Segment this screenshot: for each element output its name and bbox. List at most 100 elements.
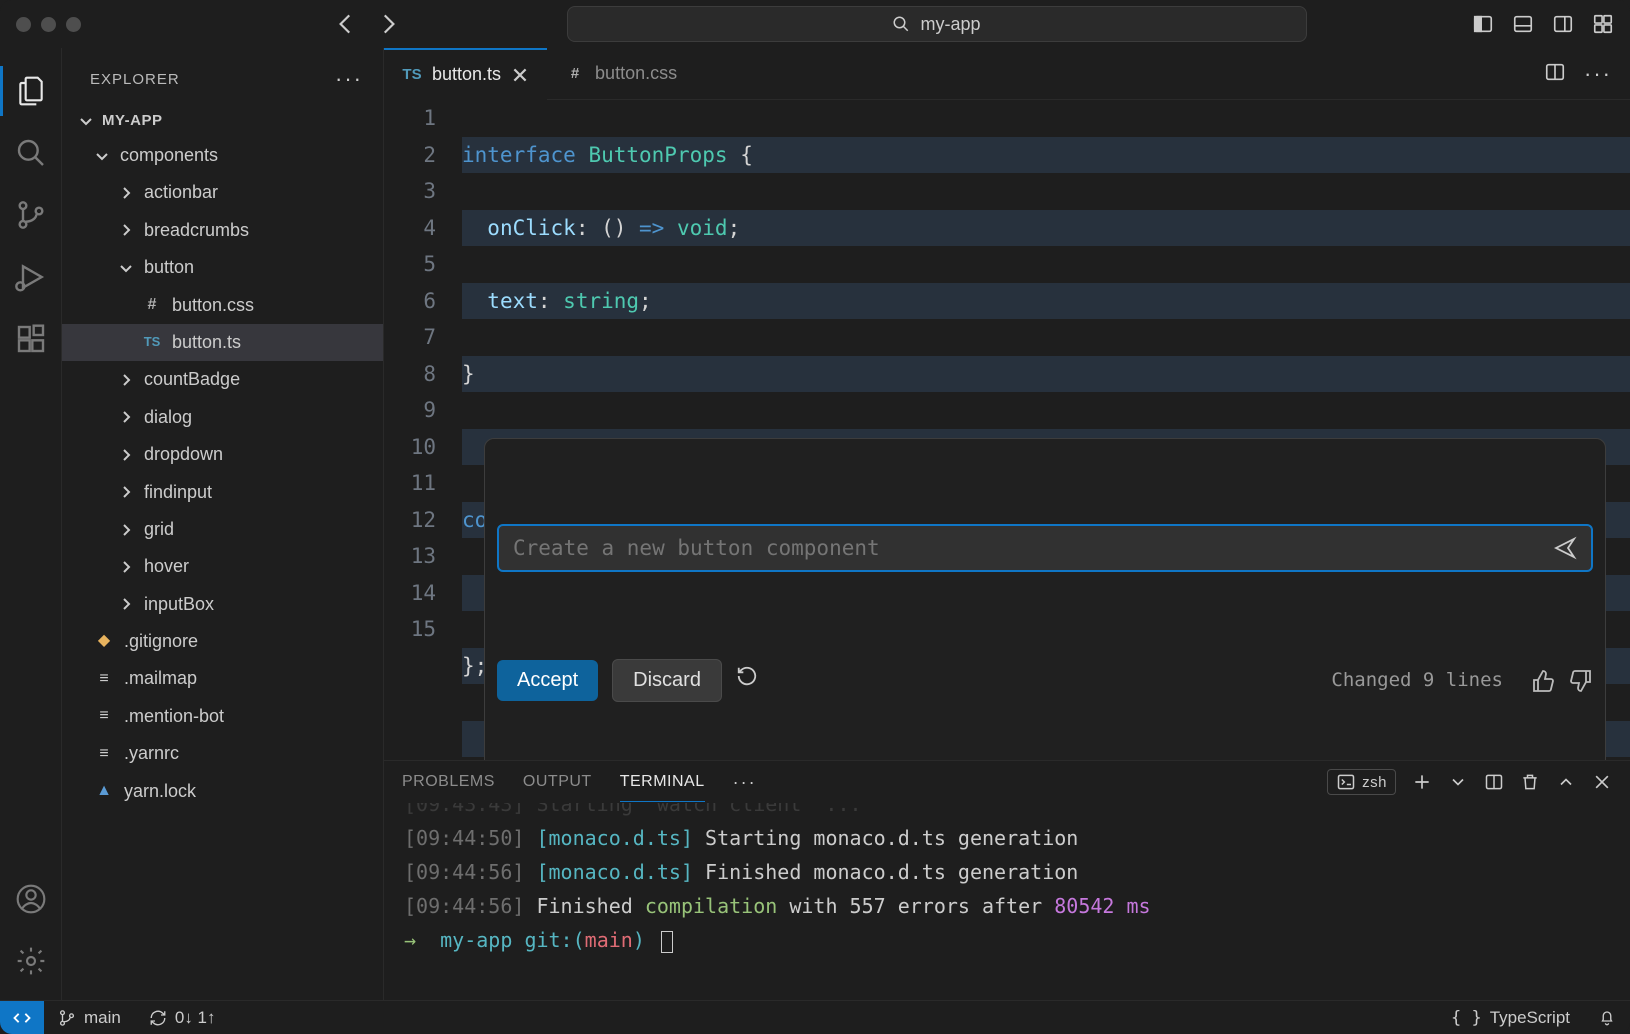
tree-label: components: [120, 144, 218, 167]
tree-file[interactable]: #button.css: [62, 287, 383, 324]
thumbs-down-icon[interactable]: [1569, 669, 1593, 693]
chevron-right-icon: [118, 596, 134, 612]
status-branch[interactable]: main: [44, 1008, 135, 1028]
tree-label: dialog: [144, 406, 192, 429]
inline-chat-input-wrapper: [497, 524, 1593, 572]
search-icon: [892, 15, 910, 33]
sidebar: EXPLORER ··· MY-APP components actionbar b…: [62, 48, 384, 1000]
nav-back-icon[interactable]: [333, 11, 359, 37]
new-terminal-icon[interactable]: [1412, 772, 1432, 792]
chevron-right-icon: [118, 185, 134, 201]
tree-file[interactable]: ≡.mailmap: [62, 660, 383, 697]
toggle-primary-sidebar-icon[interactable]: [1472, 13, 1494, 35]
tree-label: countBadge: [144, 368, 240, 391]
terminal-icon: [1336, 772, 1356, 792]
tree-folder[interactable]: components: [62, 137, 383, 174]
tree-file[interactable]: ≡.mention-bot: [62, 698, 383, 735]
activity-source-control[interactable]: [0, 184, 62, 246]
panel-tab-problems[interactable]: PROBLEMS: [402, 763, 495, 801]
tree-folder[interactable]: inputBox: [62, 586, 383, 623]
activity-settings[interactable]: [0, 930, 62, 992]
minimize-window[interactable]: [41, 17, 56, 32]
tree-file[interactable]: TSbutton.ts: [62, 324, 383, 361]
remote-button[interactable]: [0, 1001, 44, 1034]
tab-label: button.css: [595, 63, 677, 84]
activity-account[interactable]: [0, 868, 62, 930]
sidebar-title: EXPLORER: [90, 71, 180, 88]
split-terminal-icon[interactable]: [1484, 772, 1504, 792]
chevron-down-icon: [94, 148, 110, 164]
activity-extensions[interactable]: [0, 308, 62, 370]
tree-label: actionbar: [144, 181, 218, 204]
tree-label: yarn.lock: [124, 780, 196, 803]
status-sync[interactable]: 0↓ 1↑: [135, 1008, 230, 1028]
close-panel-icon[interactable]: [1592, 772, 1612, 792]
accept-button[interactable]: Accept: [497, 660, 598, 701]
command-center[interactable]: my-app: [567, 6, 1307, 42]
tree-folder[interactable]: hover: [62, 548, 383, 585]
maximize-panel-icon[interactable]: [1556, 772, 1576, 792]
debug-icon: [15, 261, 47, 293]
thumbs-up-icon[interactable]: [1531, 669, 1555, 693]
close-tab-icon[interactable]: [511, 66, 529, 84]
tree-folder[interactable]: breadcrumbs: [62, 212, 383, 249]
file-tree: components actionbar breadcrumbs button #but…: [62, 137, 383, 810]
status-language[interactable]: { } TypeScript: [1437, 1008, 1584, 1028]
tree-folder[interactable]: button: [62, 249, 383, 286]
editor-tabs: TSbutton.ts#button.css ···: [384, 48, 1630, 100]
activity-explorer[interactable]: [0, 60, 62, 122]
panel-more-icon[interactable]: ···: [733, 772, 757, 793]
editor-more-icon[interactable]: ···: [1584, 61, 1612, 87]
inline-chat-input[interactable]: [513, 536, 1543, 560]
editor-tab[interactable]: TSbutton.ts: [384, 48, 547, 100]
tree-label: button.css: [172, 294, 254, 317]
chevron-down-icon: [118, 260, 134, 276]
search-text: my-app: [920, 14, 980, 35]
chevron-right-icon: [118, 222, 134, 238]
tree-folder[interactable]: dropdown: [62, 436, 383, 473]
activity-debug[interactable]: [0, 246, 62, 308]
tree-label: inputBox: [144, 593, 214, 616]
tree-label: button: [144, 256, 194, 279]
trash-icon[interactable]: [1520, 772, 1540, 792]
maximize-window[interactable]: [66, 17, 81, 32]
status-notifications[interactable]: [1584, 1008, 1630, 1028]
tree-folder[interactable]: countBadge: [62, 361, 383, 398]
folder-root[interactable]: MY-APP: [62, 104, 383, 137]
chevron-right-icon: [118, 409, 134, 425]
tree-label: .gitignore: [124, 630, 198, 653]
nav-forward-icon[interactable]: [375, 11, 401, 37]
rerun-button[interactable]: [736, 662, 758, 699]
tab-label: button.ts: [432, 64, 501, 85]
folder-root-label: MY-APP: [102, 112, 163, 129]
tree-folder[interactable]: grid: [62, 511, 383, 548]
terminal-output[interactable]: [09.43.43] Starting watch client ...[09:…: [384, 803, 1630, 1000]
close-window[interactable]: [16, 17, 31, 32]
tree-label: findinput: [144, 481, 212, 504]
search-icon: [15, 137, 47, 169]
toggle-panel-icon[interactable]: [1512, 13, 1534, 35]
tree-folder[interactable]: findinput: [62, 474, 383, 511]
tree-file[interactable]: ≡.yarnrc: [62, 735, 383, 772]
split-editor-icon[interactable]: [1544, 61, 1566, 83]
tree-folder[interactable]: dialog: [62, 399, 383, 436]
chevron-down-icon[interactable]: [1448, 772, 1468, 792]
panel-tab-terminal[interactable]: TERMINAL: [620, 763, 705, 802]
tree-file[interactable]: ▲yarn.lock: [62, 773, 383, 810]
panel-tab-output[interactable]: OUTPUT: [523, 763, 592, 801]
sidebar-more-icon[interactable]: ···: [335, 66, 363, 92]
toggle-secondary-sidebar-icon[interactable]: [1552, 13, 1574, 35]
discard-button[interactable]: Discard: [612, 659, 722, 702]
chevron-right-icon: [118, 372, 134, 388]
chevron-right-icon: [118, 522, 134, 538]
send-icon[interactable]: [1553, 536, 1577, 560]
code-content[interactable]: interface ButtonProps { onClick: () => v…: [462, 100, 1630, 760]
editor-tab[interactable]: #button.css: [547, 48, 695, 100]
window-controls: [16, 17, 101, 32]
editor[interactable]: 123456789101112131415 interface ButtonPr…: [384, 100, 1630, 760]
terminal-shell-selector[interactable]: zsh: [1327, 769, 1396, 795]
customize-layout-icon[interactable]: [1592, 13, 1614, 35]
tree-file[interactable]: ◆.gitignore: [62, 623, 383, 660]
tree-folder[interactable]: actionbar: [62, 174, 383, 211]
activity-search[interactable]: [0, 122, 62, 184]
